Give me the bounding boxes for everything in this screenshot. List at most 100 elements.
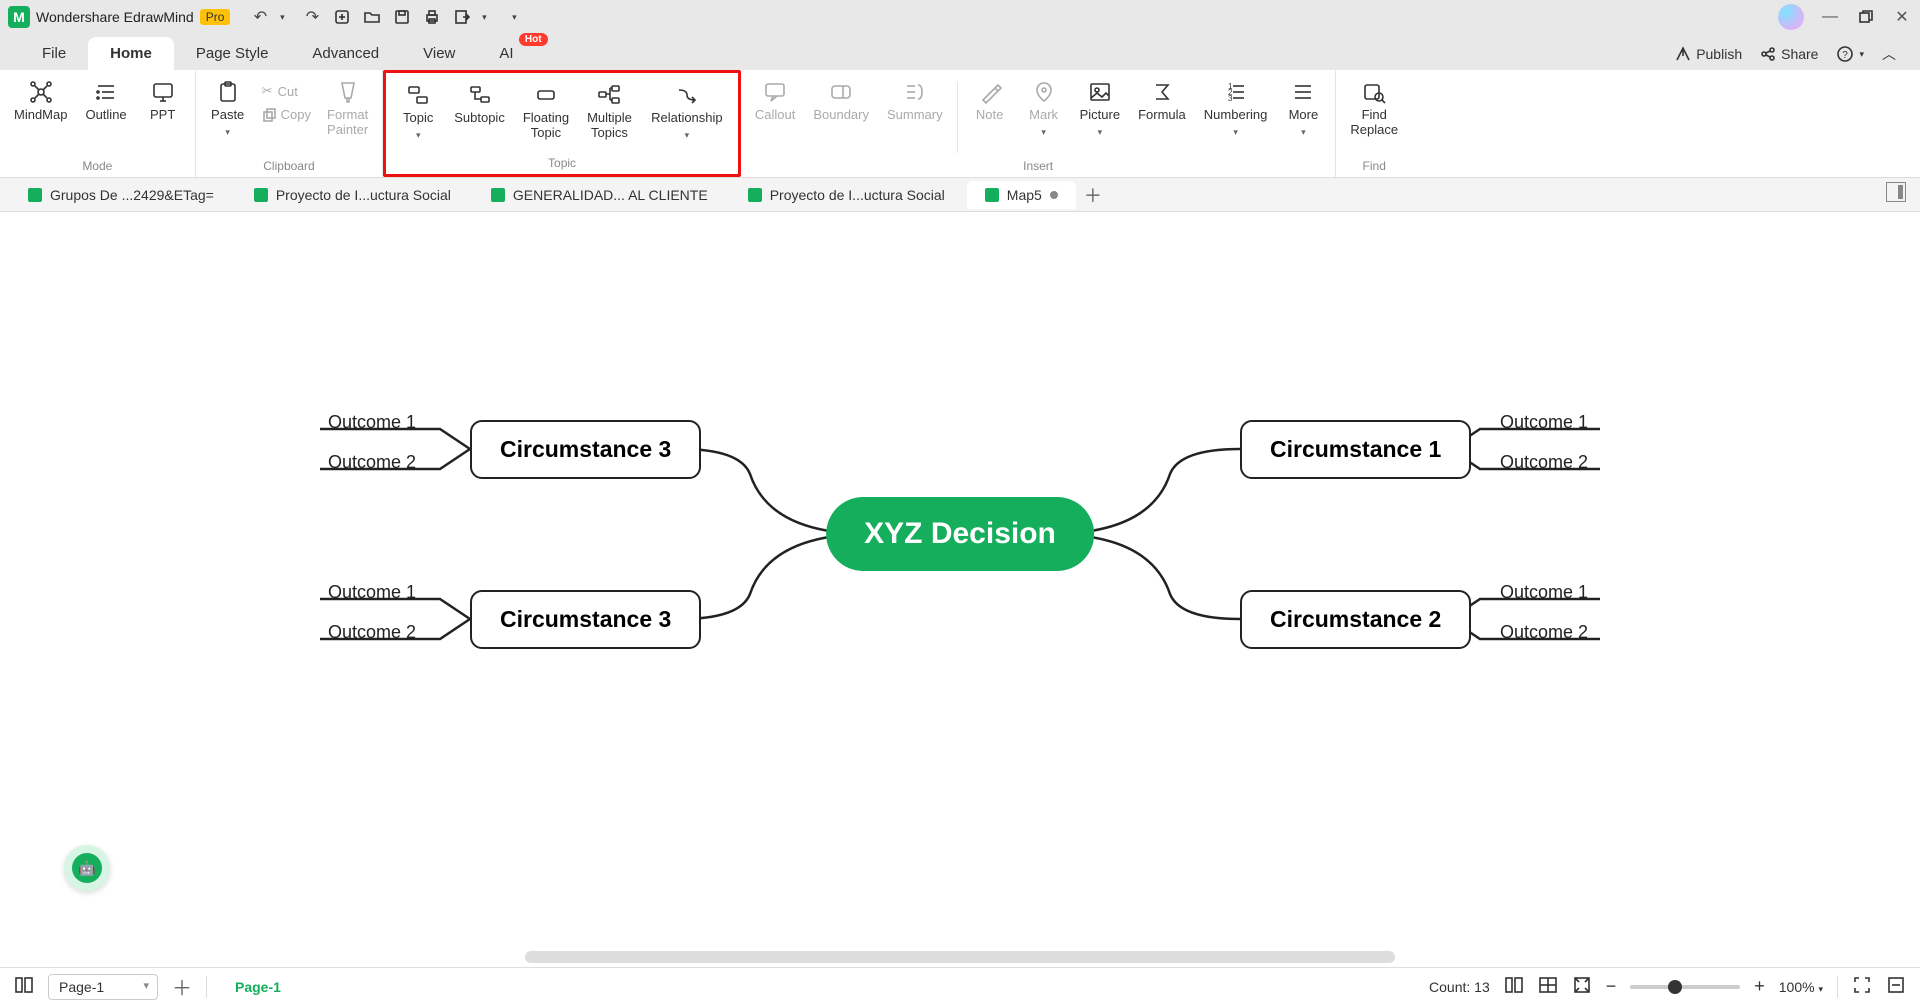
undo-button[interactable]: ↶ (250, 7, 270, 27)
export-dropdown[interactable]: ▾ (474, 7, 494, 27)
copy-button[interactable]: Copy (256, 104, 317, 125)
central-topic[interactable]: XYZ Decision (826, 497, 1094, 571)
ribbon-group-insert: Callout Boundary Summary Note Mark▾ Pict… (741, 70, 1337, 177)
zoom-out-button[interactable]: − (1606, 976, 1617, 997)
formula-button[interactable]: Formula (1130, 76, 1194, 159)
doc-icon (985, 188, 999, 202)
mindmap-button[interactable]: MindMap (6, 76, 75, 159)
note-button[interactable]: Note (964, 76, 1016, 159)
document-tabs: Grupos De ...2429&ETag= Proyecto de I...… (0, 178, 1920, 212)
close-button[interactable]: ✕ (1892, 7, 1912, 27)
summary-button[interactable]: Summary (879, 76, 951, 159)
subtopic-node[interactable]: Outcome 2 (328, 452, 416, 473)
numbering-button[interactable]: 123Numbering▾ (1196, 76, 1276, 159)
page-tab[interactable]: Page-1 (221, 979, 295, 995)
page-list-icon[interactable] (14, 975, 34, 998)
count-label: Count: 13 (1429, 979, 1490, 995)
publish-button[interactable]: Publish (1675, 46, 1742, 62)
fullscreen-button[interactable] (1852, 975, 1872, 998)
publish-label: Publish (1696, 46, 1742, 62)
multiple-topics-button[interactable]: Multiple Topics (579, 79, 640, 156)
document-tab[interactable]: Proyecto de I...uctura Social (730, 181, 963, 209)
zoom-level[interactable]: 100% ▾ (1779, 979, 1823, 995)
export-button[interactable] (452, 7, 472, 27)
tab-page-style[interactable]: Page Style (174, 37, 291, 70)
qat-customize[interactable]: ▾ (504, 7, 524, 27)
subtopic-node[interactable]: Outcome 1 (328, 582, 416, 603)
open-button[interactable] (362, 7, 382, 27)
relationship-button[interactable]: Relationship▾ (642, 79, 732, 156)
more-button[interactable]: More▾ (1277, 76, 1329, 159)
callout-button[interactable]: Callout (747, 76, 803, 159)
topic-node[interactable]: Circumstance 3 (470, 590, 701, 649)
ppt-button[interactable]: PPT (137, 76, 189, 159)
subtopic-button[interactable]: Subtopic (446, 79, 513, 156)
save-button[interactable] (392, 7, 412, 27)
subtopic-node[interactable]: Outcome 2 (328, 622, 416, 643)
mark-button[interactable]: Mark▾ (1018, 76, 1070, 159)
fit-page-button[interactable] (1572, 975, 1592, 998)
topic-node[interactable]: Circumstance 2 (1240, 590, 1471, 649)
minimize-button[interactable]: ― (1820, 7, 1840, 27)
picture-button[interactable]: Picture▾ (1072, 76, 1128, 159)
document-tab-active[interactable]: Map5 (967, 181, 1076, 209)
share-label: Share (1781, 46, 1818, 62)
document-tab[interactable]: Grupos De ...2429&ETag= (10, 181, 232, 209)
horizontal-scrollbar[interactable] (525, 951, 1395, 963)
find-group-label: Find (1363, 159, 1386, 175)
app-icon: M (8, 6, 30, 28)
help-button[interactable]: ?▾ (1836, 45, 1864, 63)
topic-node[interactable]: Circumstance 3 (470, 420, 701, 479)
tab-view[interactable]: View (401, 37, 477, 70)
subtopic-node[interactable]: Outcome 1 (328, 412, 416, 433)
add-page-button[interactable]: ＋ (172, 972, 192, 1001)
add-document-button[interactable]: ＋ (1080, 182, 1106, 208)
document-tab[interactable]: Proyecto de I...uctura Social (236, 181, 469, 209)
topic-button[interactable]: Topic▾ (392, 79, 444, 156)
topic-node[interactable]: Circumstance 1 (1240, 420, 1471, 479)
hot-badge: Hot (519, 33, 548, 46)
subtopic-node[interactable]: Outcome 1 (1500, 582, 1588, 603)
floating-topic-button[interactable]: Floating Topic (515, 79, 577, 156)
ribbon-group-find: Find Replace Find (1336, 70, 1412, 177)
side-panel-toggle[interactable] (1886, 182, 1906, 202)
unsaved-indicator (1050, 191, 1058, 199)
view-mode-1[interactable] (1504, 975, 1524, 998)
document-tab[interactable]: GENERALIDAD... AL CLIENTE (473, 181, 726, 209)
paste-button[interactable]: Paste▾ (202, 76, 254, 142)
tab-advanced[interactable]: Advanced (290, 37, 401, 70)
new-button[interactable] (332, 7, 352, 27)
tab-ai[interactable]: AIHot (477, 37, 535, 70)
statusbar: Page-1 ＋ Page-1 Count: 13 − + 100% ▾ (0, 967, 1920, 1005)
zoom-slider[interactable] (1630, 985, 1740, 989)
page-selector[interactable]: Page-1 (48, 974, 158, 1000)
ribbon: MindMap Outline PPT Mode Paste▾ ✂ Cut Co… (0, 70, 1920, 178)
share-button[interactable]: Share (1760, 46, 1818, 62)
pro-badge: Pro (200, 9, 231, 25)
outline-button[interactable]: Outline (77, 76, 134, 159)
minimize-panel-button[interactable] (1886, 975, 1906, 998)
subtopic-node[interactable]: Outcome 2 (1500, 452, 1588, 473)
collapse-ribbon-button[interactable]: ︿ (1882, 44, 1896, 64)
print-button[interactable] (422, 7, 442, 27)
mindmap: XYZ Decision Circumstance 3 Circumstance… (210, 334, 1710, 734)
view-mode-2[interactable] (1538, 975, 1558, 998)
boundary-button[interactable]: Boundary (805, 76, 877, 159)
doc-icon (748, 188, 762, 202)
format-painter-button[interactable]: Format Painter (319, 76, 376, 159)
cut-button[interactable]: ✂ Cut (256, 80, 317, 102)
zoom-in-button[interactable]: + (1754, 976, 1765, 997)
canvas[interactable]: XYZ Decision Circumstance 3 Circumstance… (0, 212, 1920, 967)
maximize-button[interactable] (1856, 7, 1876, 27)
ai-assistant-button[interactable]: 🤖 (64, 845, 110, 891)
tab-file[interactable]: File (20, 37, 88, 70)
find-replace-button[interactable]: Find Replace (1342, 76, 1406, 159)
tab-home[interactable]: Home (88, 37, 174, 70)
subtopic-node[interactable]: Outcome 1 (1500, 412, 1588, 433)
undo-dropdown[interactable]: ▾ (272, 7, 292, 27)
user-avatar[interactable] (1778, 4, 1804, 30)
redo-button[interactable]: ↷ (302, 7, 322, 27)
topic-group-label: Topic (548, 156, 576, 172)
quick-access-toolbar: ↶ ▾ ↷ ▾ ▾ (250, 7, 524, 27)
subtopic-node[interactable]: Outcome 2 (1500, 622, 1588, 643)
